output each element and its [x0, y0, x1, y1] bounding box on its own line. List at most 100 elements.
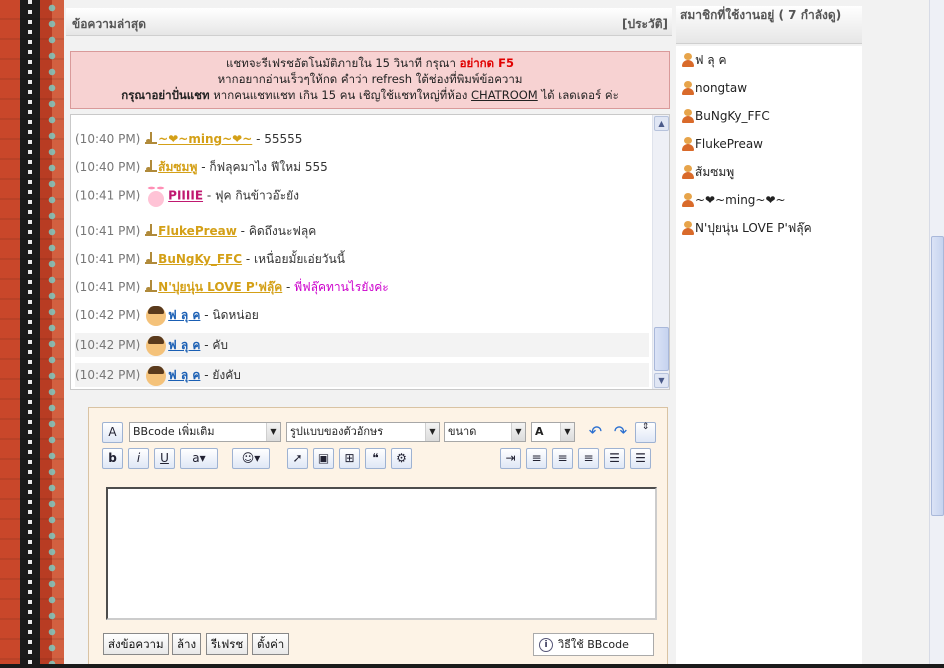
message-time: (10:40 PM) [75, 160, 145, 174]
page-scroll-thumb[interactable] [931, 236, 944, 516]
indent-icon[interactable]: ⇥ [500, 448, 521, 469]
link-icon[interactable]: ➚ [287, 448, 308, 469]
message-username[interactable]: ฟ ลุ ค [168, 368, 200, 382]
color-select[interactable]: A ▼ [531, 422, 575, 442]
member-item[interactable]: N'ปุยนุ่น LOVE P'ฟลุ๊ค [682, 218, 812, 238]
message-time: (10:40 PM) [75, 132, 145, 146]
bbcode-select[interactable]: BBcode เพิ่มเติม ▼ [129, 422, 281, 442]
boy-avatar-icon [146, 365, 167, 386]
page-scrollbar[interactable] [929, 0, 944, 668]
notice-line-1: แชทจะรีเฟรชอัตโนมัติภายใน 15 วินาที กรุณ… [226, 56, 514, 70]
bold-icon[interactable]: b [102, 448, 123, 469]
chat-message: (10:40 PM) ~❤~ming~❤~ - 55555 [75, 127, 302, 151]
size-select[interactable]: ขนาด ▼ [444, 422, 526, 442]
scroll-up-button[interactable]: ▲ [654, 116, 669, 131]
message-username[interactable]: ฟ ลุ ค [168, 338, 200, 352]
message-time: (10:42 PM) [75, 368, 145, 382]
music-note-icon [145, 224, 158, 236]
quote-icon[interactable]: ❝ [365, 448, 386, 469]
code-icon[interactable]: ⚙ [391, 448, 412, 469]
message-time: (10:41 PM) [75, 224, 145, 238]
align-center-icon[interactable]: ≡ [552, 448, 573, 469]
redo-icon[interactable]: ↷ [610, 422, 631, 443]
scroll-down-button[interactable]: ▼ [654, 373, 669, 388]
boy-avatar-icon [146, 335, 167, 356]
font-select[interactable]: รูปแบบของตัวอักษร ▼ [286, 422, 440, 442]
chat-log[interactable]: (10:40 PM) ~❤~ming~❤~ - 55555 (10:40 PM) … [70, 114, 670, 390]
notice-warning: อย่ากด F5 [459, 56, 514, 70]
notice-line-2: หากอยากอ่านเร็วๆให้กด คำว่า refresh ใต้ช… [217, 72, 523, 86]
message-separator: - [236, 224, 249, 238]
message-text: 55555 [264, 132, 303, 146]
bunny-icon [146, 183, 166, 209]
message-separator: - [200, 338, 213, 352]
message-username[interactable]: ~❤~ming~❤~ [158, 132, 252, 146]
chat-message: (10:42 PM) ฟ ลุ ค - ยังคับ [75, 363, 649, 387]
user-icon [682, 81, 694, 95]
member-name: FlukePreaw [695, 137, 763, 151]
bbcode-help[interactable]: i วิธีใช้ BBcode [533, 633, 654, 656]
member-name: ส้มซมพู [695, 165, 735, 179]
members-header: สมาชิกที่ใช้งานอยู่ ( 7 กำลังดู) [676, 6, 862, 44]
refresh-button[interactable]: รีเฟรช [206, 633, 249, 655]
bbcode-icon[interactable]: A [102, 422, 123, 443]
member-item[interactable]: ส้มซมพู [682, 162, 734, 182]
member-name: ฟ ลุ ค [695, 53, 727, 67]
scroll-thumb[interactable] [654, 327, 669, 371]
user-icon [682, 137, 694, 151]
smiley-icon[interactable]: ☺▾ [232, 448, 270, 469]
member-item[interactable]: ~❤~ming~❤~ [682, 190, 786, 210]
boy-avatar-icon [146, 305, 167, 326]
history-link[interactable]: [ประวัติ] [622, 15, 668, 34]
member-item[interactable]: FlukePreaw [682, 134, 763, 154]
settings-button[interactable]: ตั้งค่า [252, 633, 290, 655]
undo-icon[interactable]: ↶ [585, 422, 606, 443]
member-item[interactable]: ฟ ลุ ค [682, 50, 727, 70]
user-icon [682, 165, 694, 179]
message-time: (10:41 PM) [75, 280, 145, 294]
chat-message: (10:42 PM) ฟ ลุ ค - นิดหน่อย [75, 303, 259, 327]
chat-message: (10:41 PM) PIIIIE - ฟุค กินข้าวอ๊ะยัง [75, 183, 299, 207]
notice-line-3: กรุณาอย่าปั่นแชท หากคนแชทแชท เกิน 15 คน … [121, 88, 619, 102]
ordered-list-icon[interactable]: ☰ [604, 448, 625, 469]
italic-icon[interactable]: i [128, 448, 149, 469]
user-icon [682, 109, 694, 123]
member-item[interactable]: BuNgKy_FFC [682, 106, 770, 126]
message-time: (10:41 PM) [75, 252, 145, 266]
message-text: ยังคับ [212, 368, 241, 382]
message-username[interactable]: BuNgKy_FFC [158, 252, 242, 266]
message-input[interactable] [106, 487, 657, 620]
chat-message: (10:40 PM) ส้มซมพู - ก็ฟลุคมาไง ฟีใหม่ 5… [75, 155, 328, 179]
message-text: คิดถึงนะฟลุค [248, 224, 317, 238]
decorative-background [0, 0, 64, 668]
clear-button[interactable]: ล้าง [172, 633, 202, 655]
info-icon: i [539, 638, 553, 652]
text-style-icon[interactable]: a▾ [180, 448, 218, 469]
message-time: (10:42 PM) [75, 338, 145, 352]
message-username[interactable]: N'ปุยนุ่น LOVE P'ฟลุ๊ค [158, 280, 282, 294]
message-username[interactable]: ฟ ลุ ค [168, 308, 200, 322]
chat-message: (10:42 PM) ฟ ลุ ค - คับ [75, 333, 649, 357]
member-name: nongtaw [695, 81, 748, 95]
member-list: ฟ ลุ ค nongtaw BuNgKy_FFC FlukePreaw ส้มซมพู… [676, 46, 862, 668]
resize-icon[interactable]: ⇕ [635, 422, 656, 443]
member-item[interactable]: nongtaw [682, 78, 747, 98]
unordered-list-icon[interactable]: ☰ [630, 448, 651, 469]
align-left-icon[interactable]: ≡ [526, 448, 547, 469]
underline-icon[interactable]: U [154, 448, 175, 469]
user-icon [682, 53, 694, 67]
user-icon [682, 221, 694, 235]
chat-scrollbar[interactable]: ▲ ▼ [652, 115, 669, 389]
message-username[interactable]: FlukePreaw [158, 224, 237, 238]
message-separator: - [203, 188, 215, 203]
chatroom-link[interactable]: CHATROOM [471, 88, 538, 102]
align-right-icon[interactable]: ≡ [578, 448, 599, 469]
message-username[interactable]: ส้มซมพู [158, 160, 197, 174]
chat-message: (10:41 PM) N'ปุยนุ่น LOVE P'ฟลุ๊ค - พี่ฟ… [75, 275, 389, 299]
message-time: (10:42 PM) [75, 308, 145, 322]
message-username[interactable]: PIIIIE [168, 189, 203, 203]
music-note-icon [145, 160, 158, 172]
send-button[interactable]: ส่งข้อความ [103, 633, 169, 655]
image-icon[interactable]: ▣ [313, 448, 334, 469]
insert-image-icon[interactable]: ⊞ [339, 448, 360, 469]
